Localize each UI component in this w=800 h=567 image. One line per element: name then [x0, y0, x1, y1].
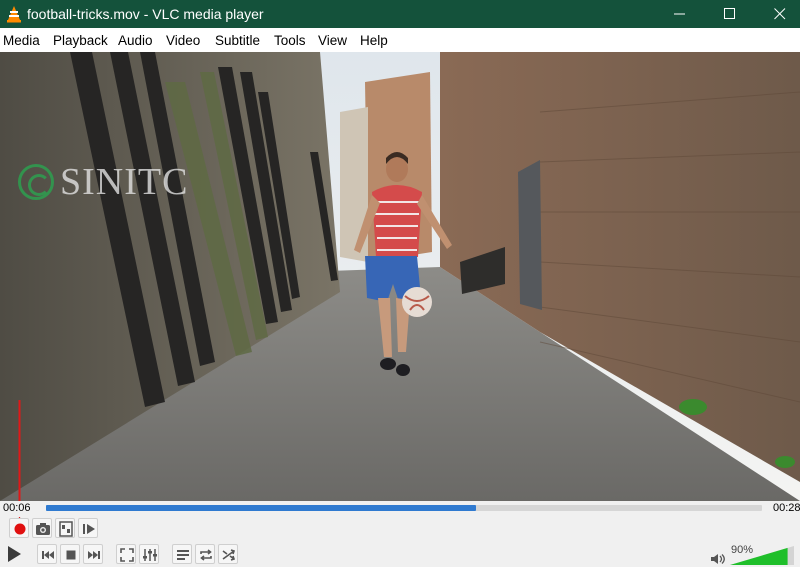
menu-view[interactable]: View	[318, 33, 347, 48]
total-time: 00:28	[773, 502, 800, 514]
watermark: SINITC	[18, 158, 228, 203]
watermark-text: SINITC	[60, 161, 189, 203]
shuffle-button[interactable]	[218, 544, 238, 564]
speaker-icon[interactable]	[711, 553, 727, 565]
video-frame	[0, 52, 800, 501]
maximize-button[interactable]	[708, 0, 754, 28]
seek-bar-fill	[46, 505, 476, 511]
menu-subtitle[interactable]: Subtitle	[215, 33, 260, 48]
menu-audio[interactable]: Audio	[118, 33, 153, 48]
loop-ab-button[interactable]	[55, 518, 75, 538]
video-display[interactable]: SINITC	[0, 52, 800, 501]
extended-settings-button[interactable]	[139, 544, 159, 564]
minimize-button[interactable]	[658, 0, 704, 28]
frame-by-frame-icon	[83, 524, 95, 534]
title-bar: football-tricks.mov - VLC media player	[0, 0, 800, 28]
snapshot-icon	[36, 523, 50, 535]
close-button[interactable]	[758, 0, 800, 28]
volume-slider[interactable]	[730, 546, 794, 566]
play-icon	[8, 546, 21, 562]
play-button[interactable]	[3, 543, 25, 565]
seek-bar[interactable]	[46, 505, 762, 511]
loop-icon	[200, 549, 212, 561]
record-button[interactable]	[9, 518, 29, 538]
fullscreen-icon	[120, 548, 134, 562]
next-icon	[88, 551, 100, 559]
close-icon	[774, 8, 786, 20]
maximize-icon	[724, 8, 735, 19]
extended-settings-icon	[143, 549, 157, 561]
vlc-cone-icon	[7, 6, 21, 23]
menu-bar: Media Playback Audio Video Subtitle Tool…	[0, 28, 800, 52]
frame-by-frame-button[interactable]	[78, 518, 98, 538]
menu-video[interactable]: Video	[166, 33, 200, 48]
watermark-logo-icon	[18, 164, 54, 200]
previous-button[interactable]	[37, 544, 57, 564]
next-button[interactable]	[83, 544, 103, 564]
stop-button[interactable]	[60, 544, 80, 564]
previous-icon	[42, 551, 54, 559]
record-icon	[14, 523, 26, 535]
menu-help[interactable]: Help	[360, 33, 388, 48]
seek-row: 00:06 00:28	[0, 501, 800, 517]
playlist-button[interactable]	[172, 544, 192, 564]
window-title: football-tricks.mov - VLC media player	[27, 6, 264, 22]
shuffle-icon	[222, 549, 236, 561]
elapsed-time: 00:06	[3, 502, 31, 514]
playlist-icon	[177, 550, 189, 560]
menu-media[interactable]: Media	[3, 33, 40, 48]
snapshot-button[interactable]	[32, 518, 52, 538]
minimize-icon	[674, 13, 685, 15]
loop-button[interactable]	[195, 544, 215, 564]
loop-ab-icon	[59, 521, 73, 537]
menu-tools[interactable]: Tools	[274, 33, 306, 48]
menu-playback[interactable]: Playback	[53, 33, 108, 48]
stop-icon	[66, 550, 76, 560]
fullscreen-button[interactable]	[116, 544, 136, 564]
